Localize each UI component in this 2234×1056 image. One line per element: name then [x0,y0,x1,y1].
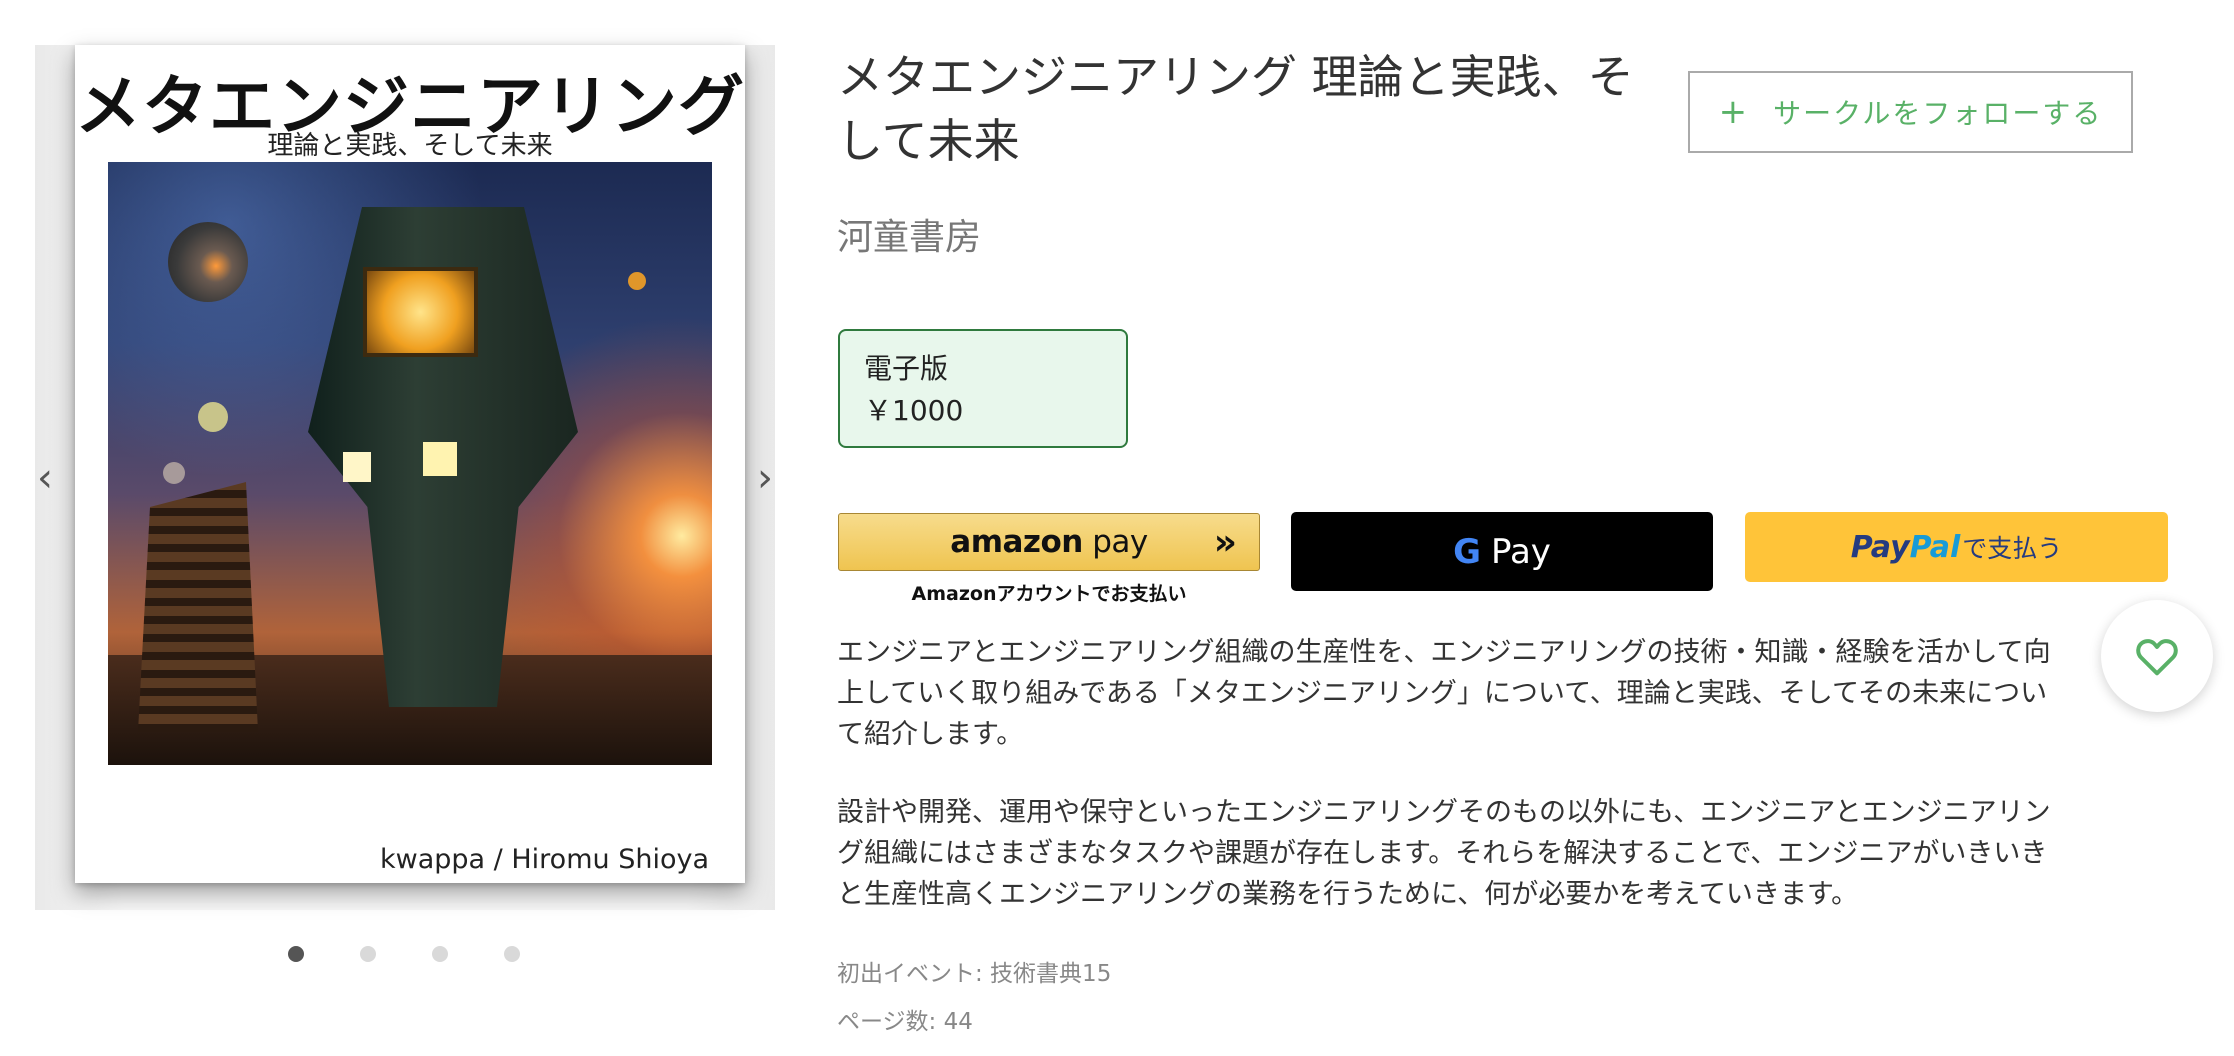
chevron-right-icon[interactable]: › [750,458,780,498]
paypal-logo-pal: Pal [1909,529,1961,565]
amazon-pay-caption: Amazonアカウントでお支払い [911,583,1187,605]
gallery-dot-4[interactable] [504,946,520,962]
description-paragraph: エンジニアとエンジニアリング組織の生産性を、エンジニアリングの技術・知識・経験を… [837,637,2051,750]
google-g-icon: G [1453,531,1481,572]
cover-author: kwappa / Hiromu Shioya [380,844,709,875]
product-page: メタエンジニアリング 理論と実践、そして未来 kwappa / Hiromu S… [0,0,2234,1056]
gallery-pagination [288,946,520,962]
description-paragraph: 設計や開発、運用や保守といったエンジニアリングそのもの以外にも、エンジニアとエン… [837,797,2051,910]
book-title: メタエンジニアリング 理論と実践、そして未来 [837,50,1634,168]
heart-outline-icon [2136,639,2178,676]
paypal-label: で支払う [1962,534,2063,563]
artwork-planet [628,272,646,290]
artwork-spaceship [168,222,248,302]
google-pay-label: Pay [1490,531,1551,572]
circle-name-link[interactable]: 河童書房 [837,208,981,260]
gallery-dot-1[interactable] [288,946,304,962]
edition-label: 電子版 [864,352,949,385]
wishlist-button[interactable] [2101,600,2213,712]
artwork-window [423,442,457,476]
artwork-scaffold [138,482,258,732]
edition-price: ￥1000 [864,394,964,427]
amazon-pay-button[interactable]: amazon pay » [838,513,1260,571]
gallery-dot-2[interactable] [360,946,376,962]
follow-circle-label: サークルをフォローする [1773,97,2103,130]
paypal-logo-pay: Pay [1850,529,1910,565]
plus-icon: + [1718,92,1750,132]
google-pay-button[interactable]: G Pay [1291,512,1713,591]
edition-option-ebook[interactable]: 電子版 ￥1000 [838,329,1128,448]
artwork-screen [363,267,478,357]
double-chevron-right-icon: » [1213,522,1237,563]
cover-image[interactable]: メタエンジニアリング 理論と実践、そして未来 kwappa / Hiromu S… [75,45,745,883]
first-event-info: 初出イベント: 技術書典15 [837,961,1112,987]
cover-artwork [108,162,712,765]
paypal-button[interactable]: Pay Pal で支払う [1745,512,2168,582]
amazon-pay-logo: amazon pay [950,524,1148,560]
cover-subtitle: 理論と実践、そして未来 [267,131,553,161]
artwork-window [343,452,371,482]
gallery-dot-3[interactable] [432,946,448,962]
follow-circle-button[interactable]: + サークルをフォローする [1688,71,2133,153]
page-count-info: ページ数: 44 [837,1009,973,1035]
chevron-left-icon[interactable]: ‹ [30,458,60,498]
artwork-planet [163,462,185,484]
artwork-planet [198,402,228,432]
